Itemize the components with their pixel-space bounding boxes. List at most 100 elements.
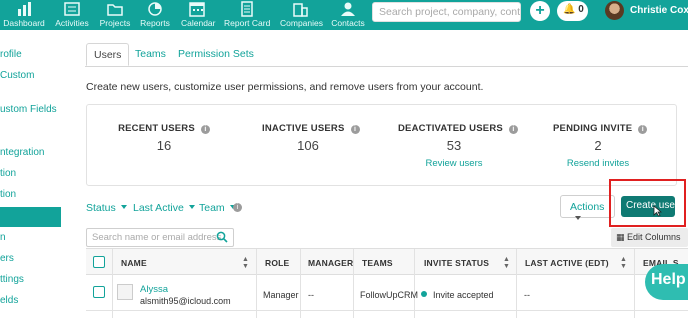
- column-header-role[interactable]: ROLE: [265, 258, 289, 268]
- info-icon[interactable]: i: [200, 125, 210, 134]
- stat-title: RECENT USERS: [118, 123, 195, 134]
- mouse-cursor-icon: [653, 205, 662, 217]
- column-header-teams[interactable]: TEAMS: [362, 258, 393, 268]
- select-all-checkbox[interactable]: [93, 256, 105, 268]
- nav-dashboard[interactable]: Dashboard: [3, 0, 45, 30]
- stat-title: DEACTIVATED USERS: [398, 123, 503, 134]
- stat-value: 16: [156, 138, 172, 153]
- sidebar-item-custom[interactable]: Custom: [0, 70, 34, 81]
- reports-icon: [146, 1, 164, 17]
- notifications-button[interactable]: 🔔 0: [557, 1, 588, 21]
- nav-label: Projects: [99, 18, 131, 28]
- calendar-icon: [188, 1, 206, 17]
- nav-companies[interactable]: Companies: [280, 0, 323, 30]
- review-users-link[interactable]: Review users: [398, 158, 510, 169]
- nav-label: Companies: [280, 18, 323, 28]
- nav-activities[interactable]: Activities: [54, 0, 90, 30]
- sidebar-item-profile[interactable]: rofile: [0, 49, 22, 60]
- nav-label: Report Card: [224, 18, 271, 28]
- stat-title: INACTIVE USERS: [262, 123, 345, 134]
- report-card-icon: [238, 1, 256, 17]
- column-header-manager[interactable]: MANAGER: [308, 258, 353, 268]
- bar-chart-icon: [15, 1, 33, 17]
- sort-icon[interactable]: ▲ ▼: [620, 256, 627, 270]
- row-checkbox[interactable]: [93, 286, 105, 298]
- notification-count: 0: [578, 4, 584, 15]
- column-divider: [300, 249, 301, 318]
- user-name-link[interactable]: Alyssa: [140, 284, 168, 295]
- sidebar-item-users[interactable]: ers: [0, 253, 14, 264]
- page-description: Create new users, customize user permiss…: [86, 81, 484, 93]
- folder-icon: [106, 1, 124, 17]
- nav-contacts[interactable]: Contacts: [330, 0, 366, 30]
- sort-icon[interactable]: ▲ ▼: [242, 256, 249, 270]
- user-email: alsmith95@icloud.com: [140, 296, 231, 306]
- sidebar-item-tion-2[interactable]: tion: [0, 189, 16, 200]
- sidebar-item-fields[interactable]: elds: [0, 295, 18, 306]
- user-teams: FollowUpCRM: [360, 290, 419, 300]
- nav-report-card[interactable]: Report Card: [224, 0, 270, 30]
- sidebar-item-active[interactable]: [0, 207, 61, 227]
- tab-divider: [85, 66, 688, 67]
- stat-inactive-users: INACTIVE USERS i 106: [262, 123, 360, 153]
- sidebar-item-tion-1[interactable]: tion: [0, 168, 16, 179]
- nav-reports[interactable]: Reports: [140, 0, 170, 30]
- info-icon[interactable]: i: [350, 125, 360, 134]
- status-filter[interactable]: Status: [86, 202, 127, 214]
- activities-icon: [63, 1, 81, 17]
- user-avatar-placeholder: [117, 284, 133, 300]
- highlight-annotation-box: [609, 179, 686, 227]
- contacts-icon: [339, 1, 357, 17]
- search-icon[interactable]: [216, 231, 228, 243]
- global-search-input[interactable]: Search project, company, contact: [372, 2, 521, 22]
- chevron-down-icon: [120, 205, 127, 209]
- sidebar-item-custom-fields[interactable]: ustom Fields: [0, 104, 57, 115]
- invite-status: Invite accepted: [433, 290, 494, 300]
- row-divider: [86, 310, 688, 311]
- edit-columns-button[interactable]: ▦ Edit Columns: [611, 228, 688, 247]
- stat-recent-users: RECENT USERS i 16: [118, 123, 210, 153]
- stat-pending-invite: PENDING INVITE i 2 Resend invites: [553, 123, 648, 169]
- nav-label: Calendar: [181, 18, 216, 28]
- user-menu[interactable]: Christie Cox ▼: [630, 5, 688, 16]
- sort-icon[interactable]: ▲ ▼: [503, 256, 510, 270]
- column-divider: [256, 249, 257, 318]
- user-name: Christie Cox: [630, 5, 688, 16]
- tab-users[interactable]: Users: [86, 43, 130, 66]
- help-button[interactable]: Help: [645, 264, 688, 300]
- column-divider: [414, 249, 415, 318]
- team-filter[interactable]: Team: [199, 202, 236, 214]
- sidebar-item-n[interactable]: n: [0, 232, 6, 243]
- columns-icon: ▦: [616, 232, 625, 242]
- column-header-last-active[interactable]: LAST ACTIVE (EDT): [525, 258, 609, 268]
- user-manager: --: [308, 290, 314, 300]
- nav-projects[interactable]: Projects: [99, 0, 131, 30]
- info-icon[interactable]: i: [508, 125, 518, 134]
- column-header-invite-status[interactable]: INVITE STATUS: [424, 258, 489, 268]
- stat-deactivated-users: DEACTIVATED USERS i 53 Review users: [398, 123, 518, 169]
- tab-teams[interactable]: Teams: [135, 43, 166, 66]
- last-active: --: [524, 290, 530, 300]
- nav-label: Dashboard: [3, 18, 45, 28]
- nav-calendar[interactable]: Calendar: [181, 0, 216, 30]
- chevron-down-icon: [188, 205, 195, 209]
- last-active-filter[interactable]: Last Active: [133, 202, 195, 214]
- user-role: Manager: [263, 290, 299, 300]
- user-search-input[interactable]: Search name or email address: [86, 228, 234, 247]
- column-divider: [112, 249, 113, 318]
- actions-dropdown-button[interactable]: Actions: [560, 195, 615, 220]
- column-divider: [634, 249, 635, 318]
- stat-value: 53: [446, 138, 462, 153]
- filter-label: Status: [86, 202, 116, 214]
- sidebar-item-integration[interactable]: ntegration: [0, 147, 44, 158]
- stat-value: 2: [594, 138, 602, 153]
- tab-permission-sets[interactable]: Permission Sets: [178, 43, 254, 66]
- user-avatar[interactable]: [605, 1, 624, 20]
- stat-title: PENDING INVITE: [553, 123, 633, 134]
- bell-icon: 🔔: [563, 4, 576, 15]
- column-header-name[interactable]: NAME: [121, 258, 147, 268]
- add-new-button[interactable]: +: [530, 1, 550, 21]
- sidebar-item-settings[interactable]: ttings: [0, 274, 24, 285]
- resend-invites-link[interactable]: Resend invites: [553, 158, 643, 169]
- info-icon[interactable]: i: [233, 203, 242, 212]
